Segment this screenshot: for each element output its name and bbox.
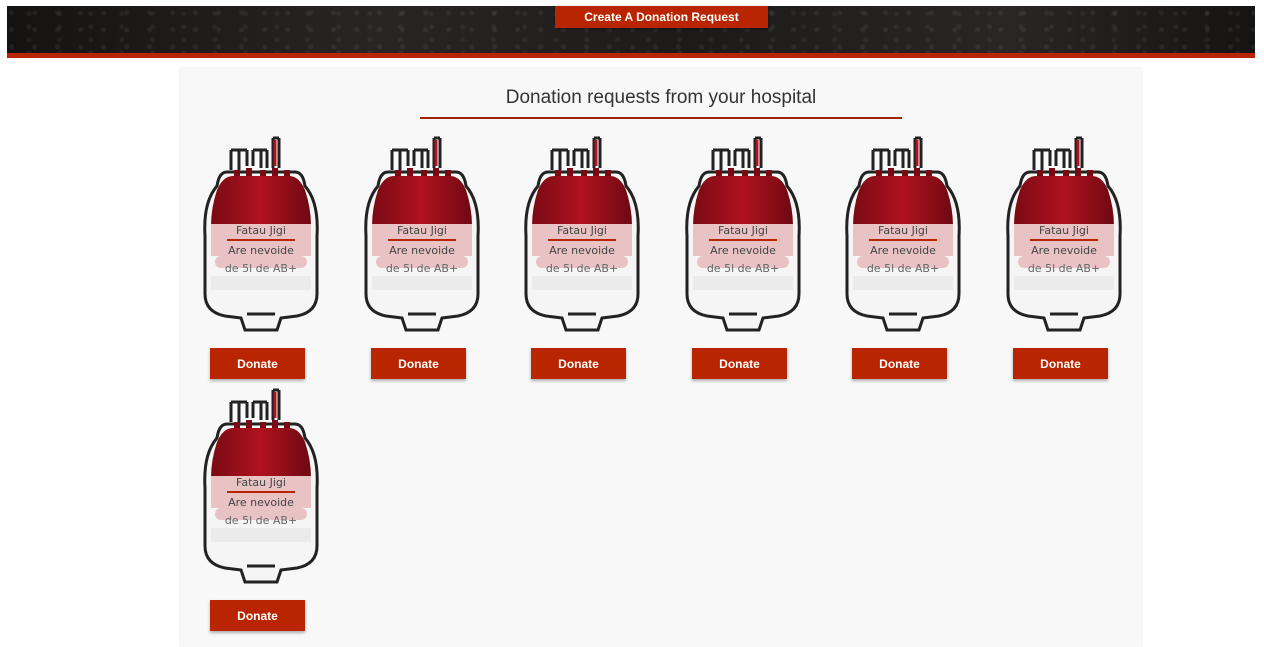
donate-button[interactable]: Donate: [210, 348, 305, 379]
request-amount-text: de 5l de AB+: [385, 262, 459, 275]
name-divider: [227, 491, 295, 493]
request-amount-text: de 5l de AB+: [224, 514, 298, 527]
header-divider: [7, 53, 1255, 58]
request-amount-text: de 5l de AB+: [224, 262, 298, 275]
requester-name: Fatau Jigi: [878, 224, 928, 237]
title-underline: [420, 117, 902, 119]
donation-requests-panel: Donation requests from your hospital Fat…: [180, 68, 1142, 647]
request-need-text: Are nevoide: [1031, 244, 1097, 257]
name-divider: [869, 239, 937, 241]
donation-card: Fatau Jigi Are nevoide de 5l de AB+ Dona…: [522, 136, 642, 388]
request-amount-text: de 5l de AB+: [545, 262, 619, 275]
name-divider: [388, 239, 456, 241]
donation-card: Fatau Jigi Are nevoide de 5l de AB+ Dona…: [201, 136, 321, 388]
request-amount-text: de 5l de AB+: [706, 262, 780, 275]
request-need-text: Are nevoide: [870, 244, 936, 257]
donation-card: Fatau Jigi Are nevoide de 5l de AB+ Dona…: [1004, 136, 1124, 388]
requester-name: Fatau Jigi: [397, 224, 447, 237]
donation-card: Fatau Jigi Are nevoide de 5l de AB+ Dona…: [362, 136, 482, 388]
request-amount-text: de 5l de AB+: [1027, 262, 1101, 275]
request-need-text: Are nevoide: [228, 244, 294, 257]
requester-name: Fatau Jigi: [1039, 224, 1089, 237]
name-divider: [227, 239, 295, 241]
page-title: Donation requests from your hospital: [505, 87, 817, 108]
donate-button[interactable]: Donate: [852, 348, 947, 379]
name-divider: [548, 239, 616, 241]
name-divider: [709, 239, 777, 241]
requester-name: Fatau Jigi: [718, 224, 768, 237]
donation-card: Fatau Jigi Are nevoide de 5l de AB+ Dona…: [201, 388, 321, 640]
donate-button[interactable]: Donate: [692, 348, 787, 379]
create-donation-request-button[interactable]: Create A Donation Request: [555, 6, 768, 28]
request-need-text: Are nevoide: [389, 244, 455, 257]
name-divider: [1030, 239, 1098, 241]
request-need-text: Are nevoide: [710, 244, 776, 257]
donate-button[interactable]: Donate: [371, 348, 466, 379]
request-need-text: Are nevoide: [228, 496, 294, 509]
donate-button[interactable]: Donate: [1013, 348, 1108, 379]
donate-button[interactable]: Donate: [531, 348, 626, 379]
requester-name: Fatau Jigi: [557, 224, 607, 237]
request-amount-text: de 5l de AB+: [866, 262, 940, 275]
donation-card: Fatau Jigi Are nevoide de 5l de AB+ Dona…: [683, 136, 803, 388]
donate-button[interactable]: Donate: [210, 600, 305, 631]
donation-card: Fatau Jigi Are nevoide de 5l de AB+ Dona…: [843, 136, 963, 388]
requester-name: Fatau Jigi: [236, 476, 286, 489]
request-need-text: Are nevoide: [549, 244, 615, 257]
requester-name: Fatau Jigi: [236, 224, 286, 237]
